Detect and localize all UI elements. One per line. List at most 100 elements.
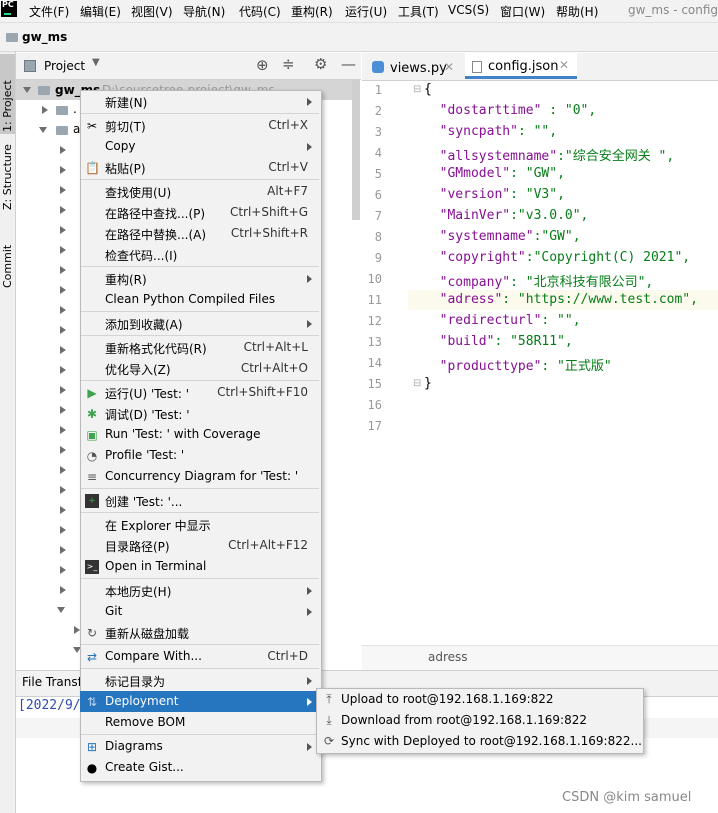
menu-item-reload-from-disk[interactable]: ↻ 重新从磁盘加载 (80, 622, 320, 643)
menu-view[interactable]: 视图(V) (131, 3, 173, 20)
menu-item-inspect-code[interactable]: 检查代码...(I) (80, 244, 320, 265)
menu-item-profile[interactable]: ◔ Profile 'Test: ' (80, 445, 320, 466)
submenu-item-upload[interactable]: ⤒ Upload to root@192.168.1.169:822 (317, 689, 641, 710)
expand-arrow-icon[interactable] (60, 366, 66, 374)
expand-arrow-icon[interactable] (60, 546, 66, 554)
menu-item-deployment[interactable]: ⇅ Deployment (80, 691, 320, 712)
menu-item-run-coverage[interactable]: ▣ Run 'Test: ' with Coverage (80, 424, 320, 445)
menu-item-reformat[interactable]: 重新格式化代码(R) Ctrl+Alt+L (80, 337, 320, 358)
menu-item-find-in-path[interactable]: 在路径中查找...(P) Ctrl+Shift+G (80, 202, 320, 223)
expand-arrow-icon[interactable] (60, 246, 66, 254)
gear-icon[interactable]: ⚙ (314, 55, 327, 73)
menu-item-directory-path[interactable]: 目录路径(P) Ctrl+Alt+F12 (80, 535, 320, 556)
menu-item-new[interactable]: 新建(N) (80, 91, 320, 112)
code-line[interactable]: "version": "V3", (424, 187, 565, 202)
tab-views-py[interactable]: views.py ✕ (365, 55, 457, 79)
menu-window[interactable]: 窗口(W) (500, 3, 545, 20)
tool-tab-commit[interactable]: Commit (0, 240, 15, 300)
expand-arrow-icon[interactable] (60, 586, 66, 594)
expand-arrow-icon[interactable] (60, 346, 66, 354)
expand-arrow-icon[interactable] (60, 406, 66, 414)
fold-marker-icon[interactable]: ⊟ (413, 378, 421, 389)
menu-item-mark-directory[interactable]: 标记目录为 (80, 670, 320, 691)
expand-arrow-icon[interactable] (60, 566, 66, 574)
code-line[interactable]: } (424, 376, 432, 391)
tab-config-json[interactable]: config.json ✕ (465, 53, 577, 79)
expand-arrow-icon[interactable] (60, 266, 66, 274)
submenu-item-sync[interactable]: ⟳ Sync with Deployed to root@192.168.1.16… (317, 731, 642, 752)
menu-item-copy[interactable]: Copy (80, 136, 320, 157)
code-line[interactable]: "redirecturl": "", (424, 313, 581, 328)
menu-tools[interactable]: 工具(T) (398, 3, 439, 20)
menu-edit[interactable]: 编辑(E) (80, 3, 121, 20)
code-line[interactable]: "copyright":"Copyright(C) 2021", (424, 250, 690, 265)
menu-file[interactable]: 文件(F) (29, 3, 69, 20)
menu-item-clean-python[interactable]: Clean Python Compiled Files (80, 289, 320, 310)
expand-arrow-icon[interactable] (57, 607, 65, 613)
expand-arrow-icon[interactable] (60, 306, 66, 314)
menu-item-compare-with[interactable]: ⇄ Compare With... Ctrl+D (80, 646, 320, 667)
menu-help[interactable]: 帮助(H) (556, 3, 598, 20)
expand-arrow-icon[interactable] (60, 326, 66, 334)
expand-arrow-icon[interactable] (60, 446, 66, 454)
menu-navigate[interactable]: 导航(N) (183, 3, 225, 20)
tool-tab-structure[interactable]: Z: Structure (0, 140, 15, 220)
project-view-selector[interactable]: Project (44, 59, 85, 73)
menu-item-find-usages[interactable]: 查找使用(U) Alt+F7 (80, 181, 320, 202)
menu-item-create-config[interactable]: + 创建 'Test: '... (80, 490, 320, 511)
expand-arrow-icon[interactable] (60, 206, 66, 214)
submenu-item-download[interactable]: ⤓ Download from root@192.168.1.169:822 (317, 710, 641, 731)
code-line[interactable]: "syncpath": "", (424, 124, 557, 139)
menu-code[interactable]: 代码(C) (239, 3, 281, 20)
menu-item-git[interactable]: Git (80, 601, 320, 622)
code-line[interactable]: "build": "58R11", (424, 334, 573, 349)
menu-item-add-favorites[interactable]: 添加到收藏(A) (80, 313, 320, 334)
code-line[interactable]: "systemname":"GW", (424, 229, 581, 244)
expand-arrow-icon[interactable] (60, 426, 66, 434)
collapse-all-icon[interactable]: ≑ (282, 55, 295, 73)
expand-arrow-icon[interactable] (60, 166, 66, 174)
menu-refactor[interactable]: 重构(R) (291, 3, 333, 20)
expand-arrow-icon[interactable] (39, 127, 47, 133)
expand-arrow-icon[interactable] (60, 226, 66, 234)
expand-arrow-icon[interactable] (60, 186, 66, 194)
expand-arrow-icon[interactable] (23, 87, 31, 93)
tool-tab-project[interactable]: 1: Project (0, 54, 15, 134)
menu-run[interactable]: 运行(U) (345, 3, 387, 20)
menu-item-remove-bom[interactable]: Remove BOM (80, 712, 320, 733)
menu-item-refactor[interactable]: 重构(R) (80, 268, 320, 289)
menu-item-show-in-explorer[interactable]: 在 Explorer 中显示 (80, 514, 320, 535)
menu-item-run[interactable]: ▶ 运行(U) 'Test: ' Ctrl+Shift+F10 (80, 382, 320, 403)
code-line[interactable]: "producttype": "正式版" (424, 355, 612, 374)
expand-arrow-icon[interactable] (60, 386, 66, 394)
locate-icon[interactable]: ⊕ (256, 56, 269, 74)
expand-arrow-icon[interactable] (60, 506, 66, 514)
code-line[interactable]: "MainVer":"v3.0.0", (424, 208, 589, 223)
project-tree-scrollbar[interactable] (352, 80, 360, 220)
menu-item-optimize-imports[interactable]: 优化导入(Z) Ctrl+Alt+O (80, 358, 320, 379)
code-line[interactable]: "allsystemname":"综合安全网关 ", (424, 145, 675, 164)
menu-item-cut[interactable]: ✂ 剪切(T) Ctrl+X (80, 115, 320, 136)
file-transfer-tab[interactable]: File Transf (22, 675, 82, 689)
menu-vcs[interactable]: VCS(S) (448, 3, 489, 17)
menu-item-open-terminal[interactable]: >_ Open in Terminal (80, 556, 320, 577)
expand-arrow-icon[interactable] (60, 466, 66, 474)
close-icon[interactable]: ✕ (559, 58, 569, 72)
hide-panel-icon[interactable]: — (341, 55, 356, 73)
menu-item-replace-in-path[interactable]: 在路径中替换...(A) Ctrl+Shift+R (80, 223, 320, 244)
code-line[interactable]: "adress": "https://www.test.com", (424, 292, 698, 307)
code-line[interactable]: "company": "北京科技有限公司", (424, 271, 654, 290)
code-line[interactable]: "dostarttime" : "0", (424, 103, 597, 118)
breadcrumb-project[interactable]: gw_ms (22, 30, 67, 44)
menu-item-local-history[interactable]: 本地历史(H) (80, 580, 320, 601)
expand-arrow-icon[interactable] (60, 526, 66, 534)
code-line[interactable]: { (424, 82, 432, 97)
tree-item[interactable]: . (73, 102, 77, 116)
expand-arrow-icon[interactable] (60, 286, 66, 294)
menu-item-debug[interactable]: ✱ 调试(D) 'Test: ' (80, 403, 320, 424)
expand-arrow-icon[interactable] (42, 106, 48, 114)
menu-item-paste[interactable]: 📋 粘贴(P) Ctrl+V (80, 157, 320, 178)
editor-breadcrumb[interactable]: adress (428, 650, 468, 664)
menu-item-concurrency[interactable]: ≡ Concurrency Diagram for 'Test: ' (80, 466, 320, 487)
expand-arrow-icon[interactable] (60, 146, 66, 154)
